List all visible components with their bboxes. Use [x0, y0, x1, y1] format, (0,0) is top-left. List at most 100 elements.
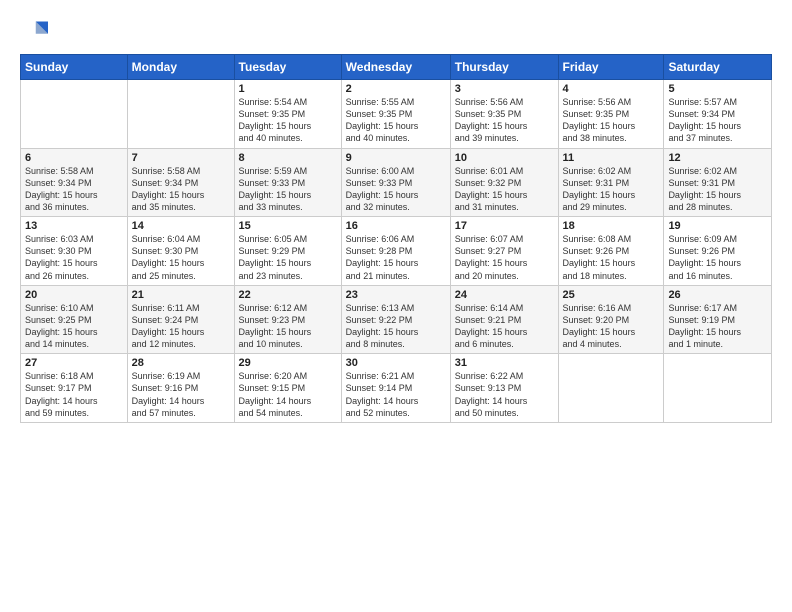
day-info: Sunrise: 6:21 AM Sunset: 9:14 PM Dayligh… [346, 370, 446, 419]
calendar-cell: 30Sunrise: 6:21 AM Sunset: 9:14 PM Dayli… [341, 354, 450, 423]
day-number: 30 [346, 357, 446, 369]
day-info: Sunrise: 5:59 AM Sunset: 9:33 PM Dayligh… [239, 165, 337, 214]
calendar-cell: 24Sunrise: 6:14 AM Sunset: 9:21 PM Dayli… [450, 285, 558, 354]
logo-icon [20, 18, 48, 46]
calendar-cell: 26Sunrise: 6:17 AM Sunset: 9:19 PM Dayli… [664, 285, 772, 354]
day-number: 25 [563, 289, 660, 301]
day-info: Sunrise: 5:56 AM Sunset: 9:35 PM Dayligh… [455, 96, 554, 145]
calendar-cell: 23Sunrise: 6:13 AM Sunset: 9:22 PM Dayli… [341, 285, 450, 354]
calendar-cell: 17Sunrise: 6:07 AM Sunset: 9:27 PM Dayli… [450, 217, 558, 286]
day-info: Sunrise: 6:07 AM Sunset: 9:27 PM Dayligh… [455, 233, 554, 282]
day-info: Sunrise: 6:16 AM Sunset: 9:20 PM Dayligh… [563, 302, 660, 351]
calendar-cell: 20Sunrise: 6:10 AM Sunset: 9:25 PM Dayli… [21, 285, 128, 354]
day-number: 16 [346, 220, 446, 232]
day-number: 18 [563, 220, 660, 232]
day-number: 19 [668, 220, 767, 232]
page-header [20, 18, 772, 46]
day-number: 7 [132, 152, 230, 164]
calendar-cell: 6Sunrise: 5:58 AM Sunset: 9:34 PM Daylig… [21, 148, 128, 217]
day-info: Sunrise: 6:08 AM Sunset: 9:26 PM Dayligh… [563, 233, 660, 282]
header-wednesday: Wednesday [341, 55, 450, 80]
day-info: Sunrise: 6:20 AM Sunset: 9:15 PM Dayligh… [239, 370, 337, 419]
calendar-cell [558, 354, 664, 423]
day-info: Sunrise: 6:17 AM Sunset: 9:19 PM Dayligh… [668, 302, 767, 351]
calendar-cell: 4Sunrise: 5:56 AM Sunset: 9:35 PM Daylig… [558, 80, 664, 149]
day-info: Sunrise: 6:04 AM Sunset: 9:30 PM Dayligh… [132, 233, 230, 282]
calendar-cell: 10Sunrise: 6:01 AM Sunset: 9:32 PM Dayli… [450, 148, 558, 217]
calendar-cell: 7Sunrise: 5:58 AM Sunset: 9:34 PM Daylig… [127, 148, 234, 217]
day-number: 1 [239, 83, 337, 95]
day-number: 14 [132, 220, 230, 232]
day-info: Sunrise: 6:09 AM Sunset: 9:26 PM Dayligh… [668, 233, 767, 282]
day-number: 24 [455, 289, 554, 301]
calendar-cell: 14Sunrise: 6:04 AM Sunset: 9:30 PM Dayli… [127, 217, 234, 286]
calendar-cell: 27Sunrise: 6:18 AM Sunset: 9:17 PM Dayli… [21, 354, 128, 423]
day-number: 20 [25, 289, 123, 301]
calendar-cell: 1Sunrise: 5:54 AM Sunset: 9:35 PM Daylig… [234, 80, 341, 149]
day-number: 31 [455, 357, 554, 369]
calendar-week-3: 13Sunrise: 6:03 AM Sunset: 9:30 PM Dayli… [21, 217, 772, 286]
calendar-table: SundayMondayTuesdayWednesdayThursdayFrid… [20, 54, 772, 423]
header-tuesday: Tuesday [234, 55, 341, 80]
calendar-week-4: 20Sunrise: 6:10 AM Sunset: 9:25 PM Dayli… [21, 285, 772, 354]
calendar-header-row: SundayMondayTuesdayWednesdayThursdayFrid… [21, 55, 772, 80]
day-number: 22 [239, 289, 337, 301]
day-number: 5 [668, 83, 767, 95]
day-number: 9 [346, 152, 446, 164]
calendar-cell: 28Sunrise: 6:19 AM Sunset: 9:16 PM Dayli… [127, 354, 234, 423]
day-info: Sunrise: 6:12 AM Sunset: 9:23 PM Dayligh… [239, 302, 337, 351]
day-info: Sunrise: 5:58 AM Sunset: 9:34 PM Dayligh… [25, 165, 123, 214]
header-sunday: Sunday [21, 55, 128, 80]
day-number: 6 [25, 152, 123, 164]
day-number: 13 [25, 220, 123, 232]
day-info: Sunrise: 5:55 AM Sunset: 9:35 PM Dayligh… [346, 96, 446, 145]
calendar-cell: 12Sunrise: 6:02 AM Sunset: 9:31 PM Dayli… [664, 148, 772, 217]
day-number: 4 [563, 83, 660, 95]
day-number: 3 [455, 83, 554, 95]
day-info: Sunrise: 6:11 AM Sunset: 9:24 PM Dayligh… [132, 302, 230, 351]
day-number: 27 [25, 357, 123, 369]
day-number: 26 [668, 289, 767, 301]
logo [20, 18, 52, 46]
calendar-cell: 13Sunrise: 6:03 AM Sunset: 9:30 PM Dayli… [21, 217, 128, 286]
day-info: Sunrise: 6:14 AM Sunset: 9:21 PM Dayligh… [455, 302, 554, 351]
calendar-cell [21, 80, 128, 149]
day-info: Sunrise: 5:54 AM Sunset: 9:35 PM Dayligh… [239, 96, 337, 145]
day-number: 28 [132, 357, 230, 369]
day-number: 2 [346, 83, 446, 95]
calendar-week-5: 27Sunrise: 6:18 AM Sunset: 9:17 PM Dayli… [21, 354, 772, 423]
day-info: Sunrise: 5:56 AM Sunset: 9:35 PM Dayligh… [563, 96, 660, 145]
calendar-cell: 8Sunrise: 5:59 AM Sunset: 9:33 PM Daylig… [234, 148, 341, 217]
calendar-cell: 3Sunrise: 5:56 AM Sunset: 9:35 PM Daylig… [450, 80, 558, 149]
header-thursday: Thursday [450, 55, 558, 80]
calendar-week-2: 6Sunrise: 5:58 AM Sunset: 9:34 PM Daylig… [21, 148, 772, 217]
calendar-cell [127, 80, 234, 149]
day-info: Sunrise: 6:02 AM Sunset: 9:31 PM Dayligh… [668, 165, 767, 214]
day-info: Sunrise: 6:13 AM Sunset: 9:22 PM Dayligh… [346, 302, 446, 351]
header-saturday: Saturday [664, 55, 772, 80]
calendar-cell: 2Sunrise: 5:55 AM Sunset: 9:35 PM Daylig… [341, 80, 450, 149]
calendar-cell: 16Sunrise: 6:06 AM Sunset: 9:28 PM Dayli… [341, 217, 450, 286]
calendar-cell: 9Sunrise: 6:00 AM Sunset: 9:33 PM Daylig… [341, 148, 450, 217]
day-number: 23 [346, 289, 446, 301]
calendar-week-1: 1Sunrise: 5:54 AM Sunset: 9:35 PM Daylig… [21, 80, 772, 149]
calendar-cell: 18Sunrise: 6:08 AM Sunset: 9:26 PM Dayli… [558, 217, 664, 286]
day-info: Sunrise: 5:57 AM Sunset: 9:34 PM Dayligh… [668, 96, 767, 145]
calendar-cell: 19Sunrise: 6:09 AM Sunset: 9:26 PM Dayli… [664, 217, 772, 286]
day-info: Sunrise: 6:18 AM Sunset: 9:17 PM Dayligh… [25, 370, 123, 419]
day-info: Sunrise: 6:03 AM Sunset: 9:30 PM Dayligh… [25, 233, 123, 282]
day-info: Sunrise: 6:10 AM Sunset: 9:25 PM Dayligh… [25, 302, 123, 351]
calendar-cell: 5Sunrise: 5:57 AM Sunset: 9:34 PM Daylig… [664, 80, 772, 149]
day-info: Sunrise: 6:06 AM Sunset: 9:28 PM Dayligh… [346, 233, 446, 282]
calendar-cell: 22Sunrise: 6:12 AM Sunset: 9:23 PM Dayli… [234, 285, 341, 354]
day-number: 17 [455, 220, 554, 232]
day-info: Sunrise: 6:05 AM Sunset: 9:29 PM Dayligh… [239, 233, 337, 282]
day-number: 10 [455, 152, 554, 164]
calendar-cell: 31Sunrise: 6:22 AM Sunset: 9:13 PM Dayli… [450, 354, 558, 423]
calendar-cell [664, 354, 772, 423]
day-number: 15 [239, 220, 337, 232]
day-number: 29 [239, 357, 337, 369]
calendar-cell: 25Sunrise: 6:16 AM Sunset: 9:20 PM Dayli… [558, 285, 664, 354]
calendar-cell: 21Sunrise: 6:11 AM Sunset: 9:24 PM Dayli… [127, 285, 234, 354]
calendar-cell: 11Sunrise: 6:02 AM Sunset: 9:31 PM Dayli… [558, 148, 664, 217]
